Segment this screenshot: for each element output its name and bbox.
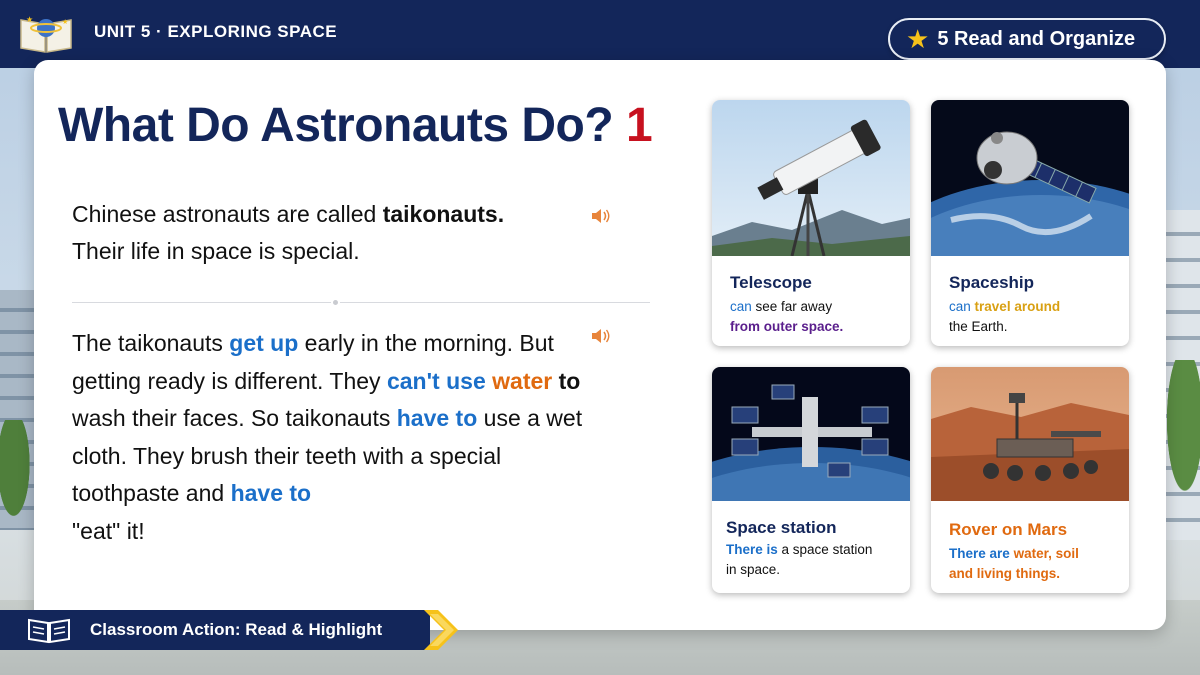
section-divider [72,302,650,303]
picture-card-space-station[interactable]: Space station There is a space station i… [712,367,910,593]
lesson-title-text: What Do Astronauts Do? [58,99,614,152]
svg-text:★: ★ [26,15,33,24]
picture-card-telescope[interactable]: Telescope can see far away from outer sp… [712,100,910,346]
picture-card-title: Rover on Mars [949,520,1068,539]
picture-card-title: Space station [726,518,837,537]
picture-card-spaceship[interactable]: Spaceship can travel around the Earth. [931,100,1129,346]
spaceship-image [931,100,1129,346]
background-tree-left [0,420,34,530]
badge-label: 5 Read and Organize [937,27,1136,50]
keyword-get-up: get up [229,330,299,356]
open-book-icon [28,618,70,644]
paragraph-1-text-2: Their life in space is special. [72,238,360,264]
picture-card-rover-on-mars[interactable]: Rover on Mars There are water, soil and … [931,367,1129,593]
desc-keyword: can [949,299,971,314]
desc-keyword: from outer space. [730,319,844,334]
picture-card-description: can see far away from outer space. [712,293,910,337]
chevron-right-icon [424,610,458,650]
paragraph-2-text-5: "eat" it! [72,517,145,544]
desc-keyword: There is [726,542,778,557]
top-bar: ★ ★ UNIT 5 · EXPLORING SPACE ★ 5 Read an… [0,0,1200,68]
book-planet-icon: ★ ★ [20,15,72,53]
picture-card-title: Spaceship [949,273,1035,292]
paragraph-2-text-3: wash their faces. So taikonauts [72,405,397,431]
picture-card-description: can travel around the Earth. [931,293,1129,337]
star-icon: ★ [906,24,930,54]
speaker-icon[interactable] [590,326,612,346]
section-divider-dot [331,298,340,307]
svg-text:★: ★ [62,18,68,26]
unit-title: UNIT 5 · EXPLORING SPACE [94,22,338,41]
classroom-action-label: Classroom Action: Read & Highlight [90,620,383,639]
desc-keyword: There are [949,546,1010,561]
desc-text: a space station [777,542,873,557]
desc-keyword: can [730,299,752,314]
desc-text: the Earth. [949,319,1008,334]
lesson-title: What Do Astronauts Do? 1 [58,98,653,153]
speaker-icon[interactable] [590,206,612,226]
desc-keyword: and [949,566,974,581]
desc-keyword: travel around [974,299,1061,314]
telescope-image [712,100,910,257]
paragraph-1: Chinese astronauts are called taikonauts… [72,196,612,270]
lesson-card: What Do Astronauts Do? 1 Chinese astrona… [34,60,1166,630]
desc-keyword: living things. [976,566,1061,581]
background-tree-right [1162,360,1200,510]
lesson-number: 1 [626,99,653,152]
keyword-cant-use: can't use [386,367,486,394]
keyword-water: water [492,367,553,394]
space-station-image [712,367,910,593]
keyword-have-to: have to [396,405,478,431]
keyword-have-to-2: have to [230,480,312,506]
desc-text: see far away [751,299,833,314]
paragraph-1-text: Chinese astronauts are called [72,201,383,227]
keyword-to: to [558,367,581,394]
picture-card-description: There is a space station in space. [712,538,910,580]
desc-text: in space. [726,562,781,577]
mars-rover-image [931,367,1129,501]
picture-card-title: Telescope [730,273,812,292]
desc-keyword: water, soil [1013,546,1079,561]
paragraph-2-text: The taikonauts [72,330,230,356]
classroom-action-bar[interactable]: Classroom Action: Read & Highlight [0,610,430,650]
picture-card-description: There are water, soil and living things. [931,540,1129,584]
keyword-taikonauts: taikonauts. [382,201,505,227]
read-and-organize-badge[interactable]: ★ 5 Read and Organize [888,18,1166,60]
paragraph-2: The taikonauts get up early in the morni… [72,325,612,550]
